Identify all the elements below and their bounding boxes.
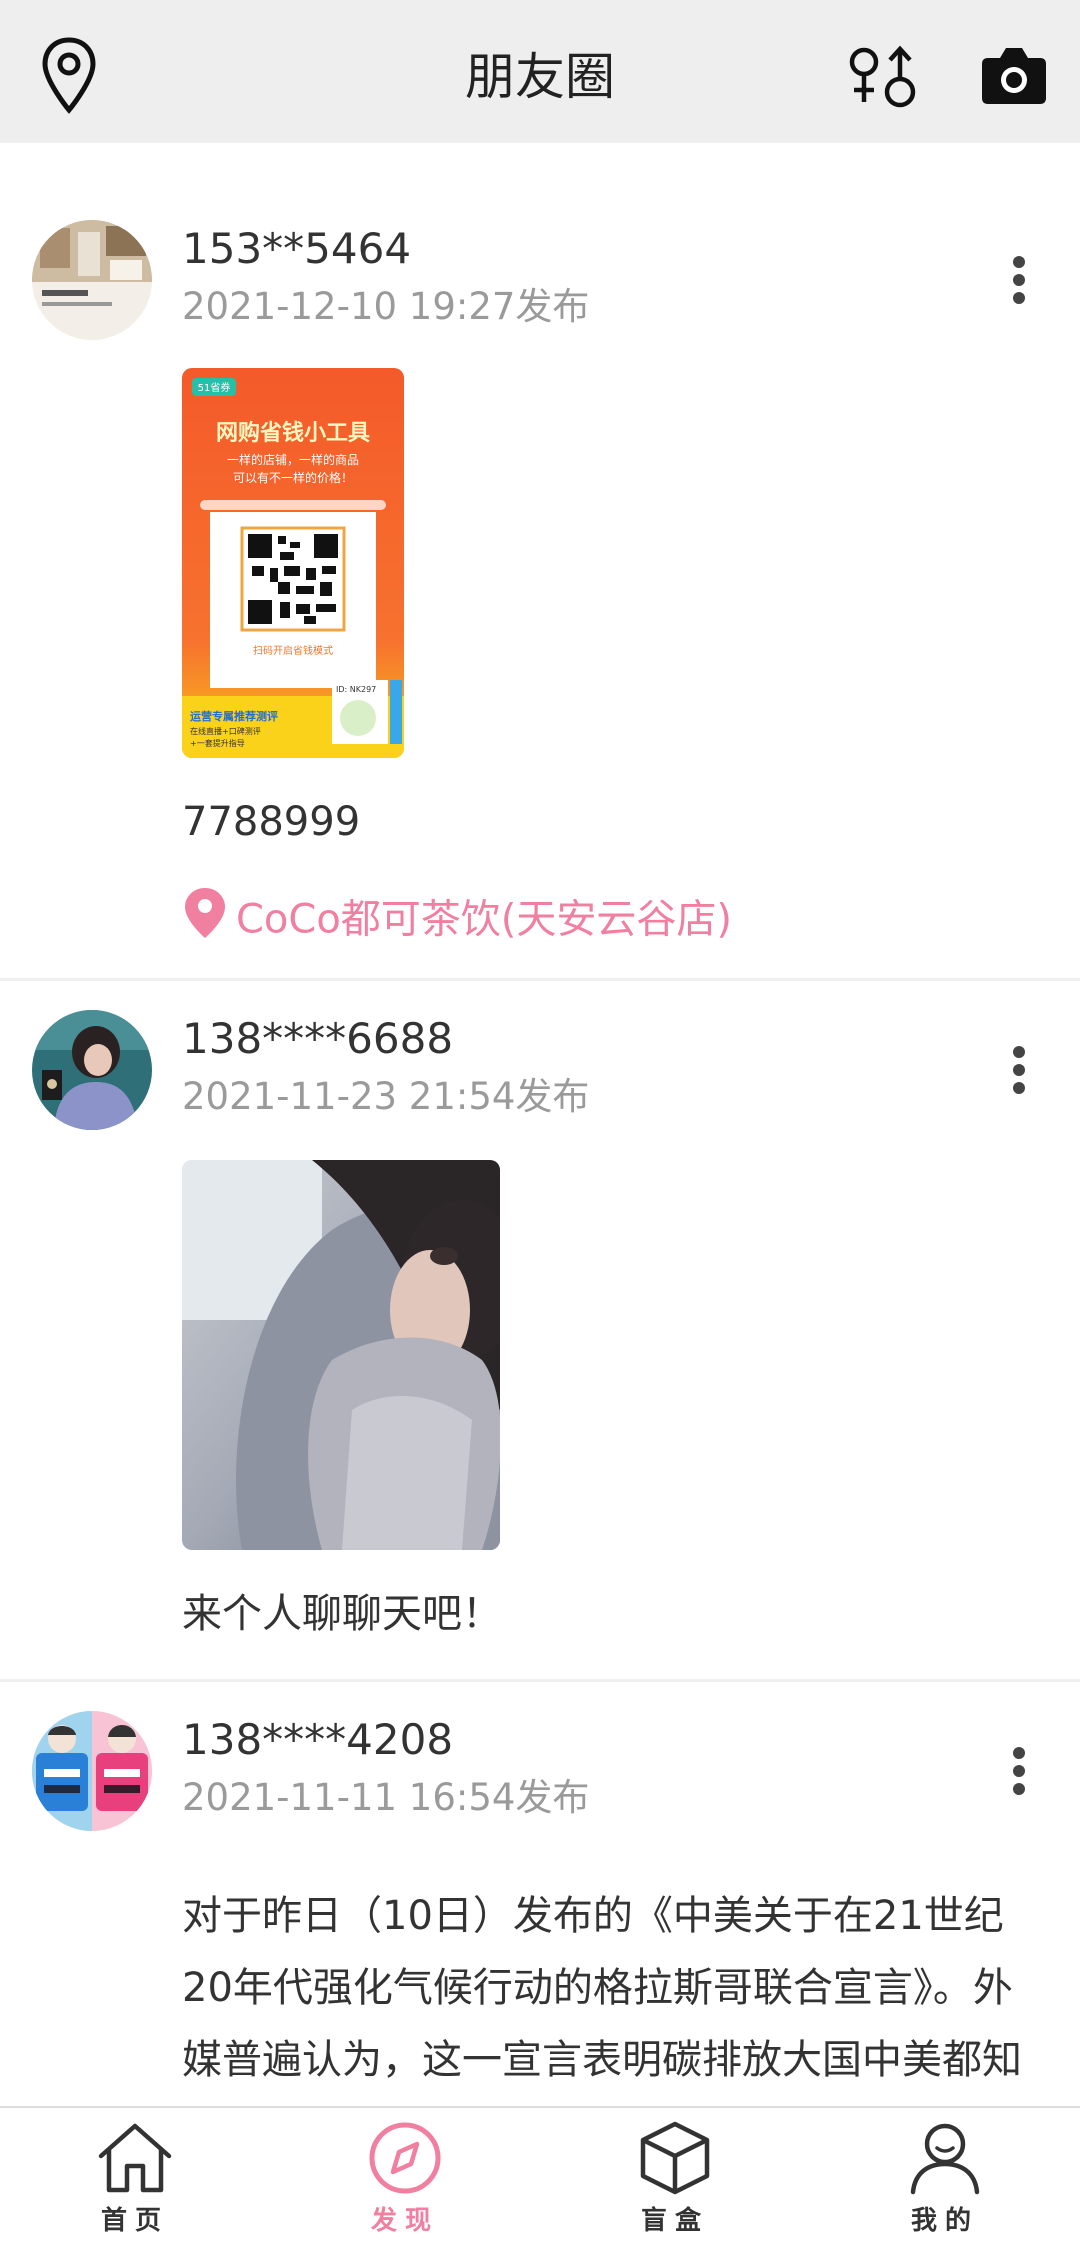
image-bottom2: 在线直播+口碑测评 [190, 726, 261, 736]
image-headline: 网购省钱小工具 [216, 420, 370, 446]
more-options-icon[interactable] [1004, 1743, 1034, 1803]
post-item: 138****4208 2021-11-11 16:54发布 对于昨日（10日）… [0, 1682, 1080, 2106]
post-time: 2021-12-10 19:27发布 [182, 285, 590, 328]
image-bottom1: 运营专属推荐测评 [190, 709, 278, 723]
more-options-icon[interactable] [1004, 1042, 1034, 1102]
post-content: 来个人聊聊天吧！ [182, 1591, 502, 1637]
avatar[interactable] [32, 220, 152, 340]
top-header: 朋友圈 [0, 0, 1080, 143]
post-item: 153**5464 2021-12-10 19:27发布 51省券 网购省钱小工… [0, 198, 1080, 981]
post-content-line: 20年代强化气候行动的格拉斯哥联合宣言》。外 [182, 1965, 1013, 2011]
tab-discover[interactable]: 发现 [335, 2120, 475, 2237]
tab-home-label: 首页 [100, 2206, 169, 2236]
image-scan-text: 扫码开启省钱模式 [253, 644, 333, 657]
post-location[interactable]: CoCo都可茶饮(天安云谷店) [182, 886, 732, 957]
post-image[interactable]: 51省券 网购省钱小工具 一样的店铺，一样的商品 可以有不一样的价格！ 扫码开启… [182, 368, 404, 758]
image-id-text: ID: NK297 [336, 685, 376, 694]
gender-filter-icon[interactable] [848, 44, 920, 110]
post-content: 7788999 [182, 799, 361, 845]
post-location-label: CoCo都可茶饮(天安云谷店) [236, 896, 733, 943]
tab-home[interactable]: 首页 [65, 2120, 205, 2237]
image-bottom3: +一套提升指导 [190, 738, 245, 748]
tab-mine-label: 我的 [910, 2206, 979, 2236]
tab-blindbox-label: 盲盒 [640, 2206, 709, 2236]
image-sub2: 可以有不一样的价格！ [233, 470, 353, 485]
post-image[interactable] [182, 1160, 500, 1550]
post-item: 138****6688 2021-11-23 21:54发布 来个人聊聊天吧！ [0, 981, 1080, 1682]
avatar[interactable] [32, 1711, 152, 1831]
post-username[interactable]: 153**5464 [182, 222, 411, 276]
image-sub1: 一样的店铺，一样的商品 [227, 452, 359, 467]
tab-blindbox[interactable]: 盲盒 [605, 2120, 745, 2237]
tab-mine[interactable]: 我的 [875, 2120, 1015, 2237]
box-icon [640, 2121, 710, 2195]
avatar[interactable] [32, 1010, 152, 1130]
post-username[interactable]: 138****4208 [182, 1713, 453, 1767]
post-content-line: 媒普遍认为，这一宣言表明碳排放大国中美都知 [182, 2037, 1022, 2083]
post-time: 2021-11-23 21:54发布 [182, 1075, 590, 1118]
post-time: 2021-11-11 16:54发布 [182, 1776, 590, 1819]
more-options-icon[interactable] [1004, 252, 1034, 312]
user-icon [910, 2123, 980, 2195]
compass-icon [369, 2122, 441, 2194]
post-username[interactable]: 138****6688 [182, 1012, 453, 1066]
home-icon [98, 2123, 172, 2193]
camera-icon[interactable] [980, 44, 1048, 106]
post-content-line: 对于昨日（10日）发布的《中美关于在21世纪 [182, 1893, 1004, 1939]
location-pin-icon [182, 886, 228, 957]
bottom-tab-bar: 首页 发现 盲盒 我的 [0, 2106, 1080, 2249]
tab-discover-label: 发现 [370, 2206, 439, 2236]
image-tag: 51省券 [198, 381, 231, 394]
